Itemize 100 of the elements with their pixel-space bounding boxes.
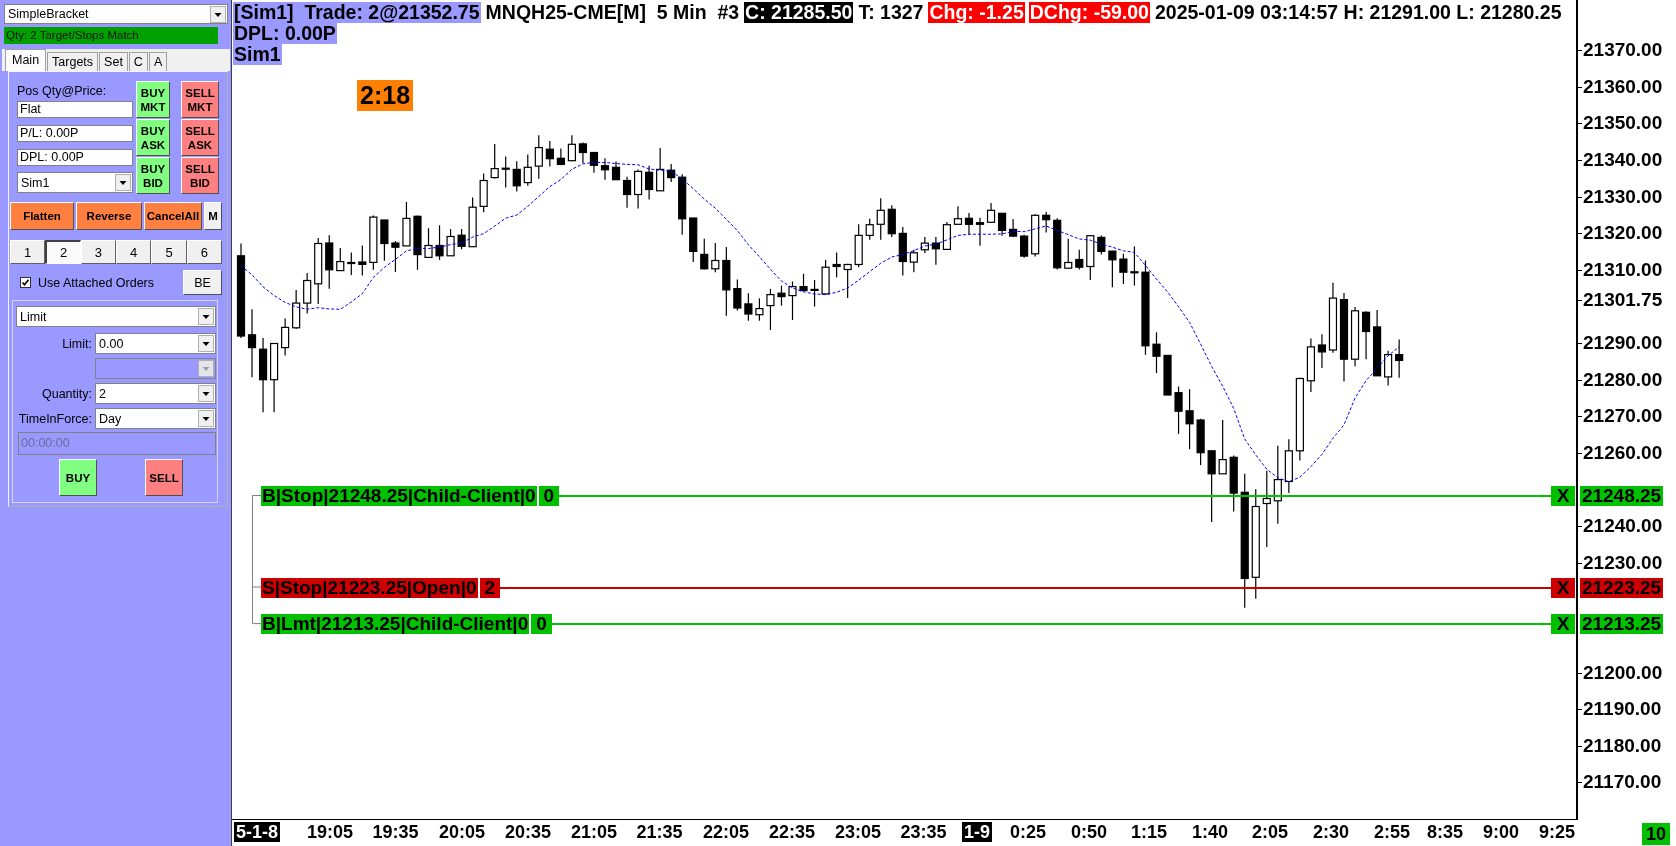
checkbox[interactable]	[20, 277, 31, 288]
chart-info-text: 2025-01-09 03:14:57 H: 21291.00 L: 21280.25	[1153, 2, 1563, 23]
order-label[interactable]: B|Stop|21248.25|Child-Client|0	[261, 485, 537, 506]
order-quantity-label: 0	[538, 485, 560, 506]
price-label: 21360.00	[1578, 77, 1663, 96]
sell-button[interactable]: SELL MKT	[181, 81, 219, 118]
account-label: DPL: 0.00P	[233, 23, 337, 44]
be-button[interactable]: BE	[183, 270, 222, 295]
caret-icon	[198, 385, 214, 402]
price-label: 21260.00	[1578, 443, 1663, 462]
account-label: Sim1	[233, 44, 282, 65]
price-label: 21180.00	[1578, 736, 1662, 755]
order-price-label: 21213.25	[1580, 614, 1663, 635]
price-label: 21270.00	[1578, 407, 1663, 426]
sell-button[interactable]: SELL BID	[181, 157, 219, 194]
time-label: 20:35	[505, 822, 551, 842]
value-dropdown[interactable]: 0.00	[95, 333, 216, 354]
tab[interactable]: Set	[99, 52, 128, 71]
chart-info-text: MNQH25-CME[M] 5 Min #3	[484, 2, 741, 23]
time-label: 21:05	[571, 822, 617, 842]
price-label: 21290.00	[1578, 334, 1663, 353]
time-label: 0:50	[1071, 822, 1107, 842]
price-label: 21280.00	[1578, 370, 1663, 389]
time-label: 9:00	[1483, 822, 1519, 842]
cancel-order-button[interactable]: X	[1551, 614, 1575, 635]
caret-icon	[198, 410, 214, 427]
flatten-button[interactable]: Flatten	[10, 202, 74, 230]
order-label[interactable]: B|Lmt|21213.25|Child-Client|0	[261, 614, 530, 635]
time-label: 2:05	[1252, 822, 1288, 842]
order-line[interactable]	[559, 494, 1551, 497]
quantity-preset-button[interactable]: 3	[80, 240, 116, 264]
time-label: 20:05	[439, 822, 485, 842]
price-label: 21340.00	[1578, 151, 1663, 169]
tab[interactable]: Targets	[47, 52, 99, 71]
date-label: 5-1-8	[234, 822, 280, 842]
order-quantity-label: 0	[531, 614, 552, 635]
reverse-button[interactable]: Reverse	[76, 202, 142, 230]
tab[interactable]: A	[148, 52, 168, 71]
value-dropdown[interactable]: Day	[95, 408, 216, 429]
field-label: TimeInForce:	[17, 411, 93, 426]
readout-field: DPL: 0.00P	[17, 149, 133, 166]
account-dropdown[interactable]: Sim1	[17, 172, 133, 193]
time-label: 2:30	[1313, 822, 1349, 842]
price-label: 21190.00	[1578, 700, 1662, 719]
buy-button[interactable]: BUY ASK	[136, 119, 170, 156]
time-label: 19:05	[307, 822, 353, 842]
time-label: 23:35	[900, 822, 947, 842]
order-price-label: 21223.25	[1580, 577, 1663, 598]
quantity-preset-button[interactable]: 1	[10, 240, 46, 264]
sell-button[interactable]: SELL ASK	[181, 119, 219, 156]
time-label: 2:55	[1374, 822, 1410, 842]
cancel-order-button[interactable]: X	[1551, 577, 1575, 598]
sell-button[interactable]: SELL	[145, 459, 183, 496]
price-label: 21240.00	[1578, 517, 1663, 536]
cancel-all-button[interactable]: CancelAll	[144, 202, 202, 230]
quantity-preset-button[interactable]: 6	[186, 240, 222, 264]
position-label: Pos Qty@Price:	[17, 84, 108, 98]
price-label: 21350.00	[1578, 114, 1663, 133]
time-label: 1:15	[1131, 822, 1167, 842]
readout-field: P/L: 0.00P	[17, 125, 133, 142]
caret-icon	[115, 174, 131, 191]
price-label: 21230.00	[1578, 553, 1663, 572]
tab[interactable]: Main	[5, 49, 47, 71]
bar-timer: 2:18	[357, 80, 414, 111]
tab[interactable]: C	[128, 52, 148, 71]
caret-icon	[210, 5, 226, 23]
price-label: 21170.00	[1578, 773, 1662, 792]
caret-icon	[198, 335, 214, 352]
buy-button[interactable]: BUY BID	[136, 157, 170, 194]
time-label: 0:25	[1010, 822, 1046, 842]
price-label: 21200.00	[1578, 663, 1663, 682]
quantity-preset-button[interactable]: 2	[45, 240, 81, 264]
order-quantity-label: 2	[479, 577, 501, 598]
counter-label: 10	[1641, 823, 1670, 845]
buy-button[interactable]: BUY MKT	[136, 81, 170, 118]
caret-icon	[198, 308, 214, 325]
price-label: 21330.00	[1578, 187, 1663, 206]
account-label: [Sim1] Trade: 2@21352.75	[233, 2, 481, 23]
m-button[interactable]: M	[204, 202, 222, 230]
time-label: 1:40	[1192, 822, 1228, 842]
price-label: 21370.00	[1578, 41, 1663, 60]
field-label: Quantity:	[40, 386, 93, 401]
order-label[interactable]: S|Stop|21223.25|Open|0	[261, 577, 478, 598]
price-label: 21301.75	[1578, 291, 1663, 310]
time-label: 8:35	[1427, 822, 1463, 842]
change-label: Chg: -1.25	[928, 2, 1025, 23]
strategy-dropdown[interactable]: SimpleBracket	[4, 4, 228, 24]
order-type-dropdown[interactable]: Limit	[16, 306, 216, 327]
cancel-order-button[interactable]: X	[1551, 485, 1575, 506]
status-bar: Qty: 2 Target/Stops Match	[4, 27, 218, 44]
quantity-preset-button[interactable]: 4	[116, 240, 152, 264]
order-line[interactable]	[551, 623, 1551, 626]
order-line[interactable]	[500, 586, 1551, 589]
buy-button[interactable]: BUY	[59, 459, 97, 496]
change-label: DChg: -59.00	[1028, 2, 1150, 23]
chart-info-text: T: 1327	[857, 2, 925, 23]
quantity-preset-button[interactable]: 5	[151, 240, 187, 264]
price-label: 21310.00	[1578, 260, 1663, 279]
value-dropdown[interactable]: 2	[95, 383, 216, 404]
checkbox-label[interactable]: Use Attached Orders	[38, 275, 155, 290]
